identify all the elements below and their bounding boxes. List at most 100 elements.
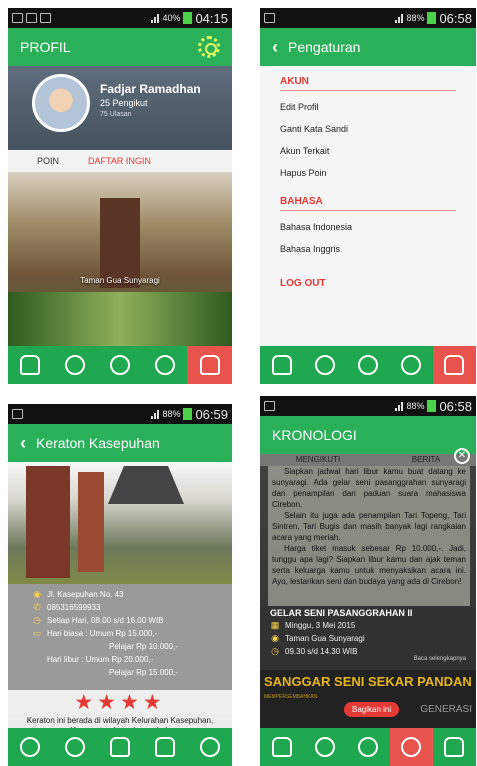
gear-icon[interactable] (198, 36, 220, 58)
clock-icon (154, 355, 175, 375)
battery-percent: 88% (406, 401, 425, 411)
ticket-icon: ▭ (32, 628, 42, 638)
tab-following[interactable]: MENGIKUTI (296, 455, 340, 466)
change-password-item[interactable]: Ganti Kata Sandi (280, 118, 456, 140)
nav-profile[interactable] (433, 728, 476, 766)
battery-percent: 88% (162, 409, 181, 419)
delete-points-item[interactable]: Hapus Poin (280, 162, 456, 184)
bottom-nav (260, 728, 476, 766)
back-arrow-icon[interactable]: ‹ (20, 433, 26, 454)
event-date: Minggu, 3 Mei 2015 (285, 621, 356, 630)
user-icon (199, 355, 220, 375)
bottom-nav (260, 346, 476, 384)
temple-icon (20, 355, 41, 375)
location-pin-icon (358, 355, 378, 375)
reviews-count[interactable]: 75 Ulasan (100, 111, 132, 118)
nav-history[interactable] (142, 346, 187, 384)
nav-search[interactable] (303, 728, 346, 766)
nav-history[interactable] (389, 728, 433, 766)
logout-button[interactable]: LOG OUT (280, 278, 456, 289)
battery-icon (427, 400, 437, 412)
nav-profile[interactable] (187, 346, 232, 384)
nav-home[interactable] (8, 346, 53, 384)
nav-history[interactable] (390, 346, 433, 384)
profile-screen: 40% 04:15 PROFIL Fadjar Ramadhan 25 Peng… (8, 8, 232, 384)
language-indonesian[interactable]: Bahasa Indonesia (280, 216, 456, 238)
nav-review[interactable] (142, 728, 187, 766)
pavilion-roof (108, 466, 184, 504)
calendar-icon: ▦ (270, 620, 280, 630)
battery-icon (427, 12, 437, 24)
app-bar: KRONOLOGI (260, 416, 476, 454)
place-photo[interactable] (8, 462, 232, 584)
nav-home[interactable] (260, 346, 303, 384)
price-weekday: Hari biasa : Umum Rp 15.000,- (47, 629, 158, 638)
timeline-feed: MENGIKUTI BERITA ✕ Siapkan jadwal hari l… (260, 448, 476, 730)
compass-icon (20, 737, 41, 757)
temple-icon (271, 355, 292, 375)
event-banner: SANGGAR SENI SEKAR PANDAN MEMPERSEMBAHKA… (260, 670, 476, 730)
nav-wishlist[interactable] (187, 728, 232, 766)
nav-location[interactable] (346, 728, 389, 766)
status-bar: 88% 06:58 (260, 8, 476, 28)
section-language: BAHASA (280, 192, 456, 211)
followers-count[interactable]: 25 Pengikut (100, 98, 148, 108)
page-title: Pengaturan (288, 39, 361, 55)
battery-percent: 40% (162, 13, 181, 23)
bottom-nav (8, 346, 232, 384)
nav-gallery[interactable] (98, 728, 143, 766)
usb-icon (12, 13, 23, 23)
banner-title: SANGGAR SENI SEKAR PANDAN (264, 674, 472, 689)
nav-compass[interactable] (8, 728, 53, 766)
language-english[interactable]: Bahasa Inggris (280, 238, 456, 260)
status-time: 06:58 (439, 398, 472, 414)
tab-daftar-ingin[interactable]: DAFTAR INGIN (88, 150, 151, 172)
back-arrow-icon[interactable]: ‹ (272, 37, 278, 58)
price-weekday-student: Pelajar Rp 10.000,- (109, 642, 178, 651)
location-pin-icon: ◉ (33, 589, 41, 599)
news-paragraph: Siapkan jadwal hari libur kamu buat data… (272, 467, 466, 509)
news-paragraph: Harga tiket masuk sebesar Rp 10.000,-. J… (272, 544, 466, 586)
wishlist-photo[interactable]: Taman Gua Sunyaragi (8, 172, 232, 346)
read-more-link[interactable]: Baca selengkapnya (414, 656, 466, 662)
nav-profile[interactable] (432, 346, 476, 384)
close-icon[interactable]: ✕ (454, 448, 470, 464)
second-photo[interactable] (8, 292, 232, 346)
status-time: 06:59 (195, 406, 228, 422)
user-icon (444, 355, 465, 375)
nav-location[interactable] (98, 346, 143, 384)
tab-news[interactable]: BERITA (412, 455, 440, 466)
search-icon (314, 355, 335, 375)
address-text[interactable]: Jl. Kasepuhan No. 43 (47, 588, 124, 601)
signal-icon (151, 13, 160, 23)
linked-account-item[interactable]: Akun Terkait (280, 140, 456, 162)
event-card[interactable]: GELAR SENI PASANGGRAHAN II ▦ Minggu, 3 Me… (260, 606, 476, 670)
nav-home[interactable] (260, 728, 303, 766)
timeline-screen: 88% 06:58 KRONOLOGI MENGIKUTI BERITA ✕ S… (260, 396, 476, 766)
rating-stars: ★★★★ (8, 690, 232, 714)
tab-poin[interactable]: POIN (8, 150, 88, 172)
app-bar: ‹ Keraton Kasepuhan (8, 424, 232, 462)
status-time: 06:58 (439, 10, 472, 26)
avatar[interactable] (32, 74, 90, 132)
signal-icon (395, 13, 404, 23)
location-pin-icon: ◉ (271, 633, 279, 643)
share-button[interactable]: Bagikan ini (344, 702, 400, 717)
clock-icon: ◷ (271, 646, 279, 656)
status-bar: 88% 06:59 (8, 404, 232, 424)
nav-location[interactable] (346, 346, 389, 384)
nav-call[interactable] (53, 728, 98, 766)
nav-search[interactable] (303, 346, 346, 384)
settings-list: AKUN Edit Profil Ganti Kata Sandi Akun T… (260, 66, 476, 346)
phone-text[interactable]: 085316599933 (47, 601, 100, 614)
section-account: AKUN (280, 72, 456, 91)
feed-tabs: MENGIKUTI BERITA (260, 454, 476, 466)
nav-search[interactable] (53, 346, 98, 384)
page-title: KRONOLOGI (272, 427, 357, 443)
image-icon (264, 13, 275, 23)
signal-icon (151, 409, 160, 419)
phone-icon: ✆ (33, 602, 41, 612)
edit-profile-item[interactable]: Edit Profil (280, 96, 456, 118)
news-overlay: Siapkan jadwal hari libur kamu buat data… (268, 466, 470, 606)
user-icon (444, 737, 465, 757)
